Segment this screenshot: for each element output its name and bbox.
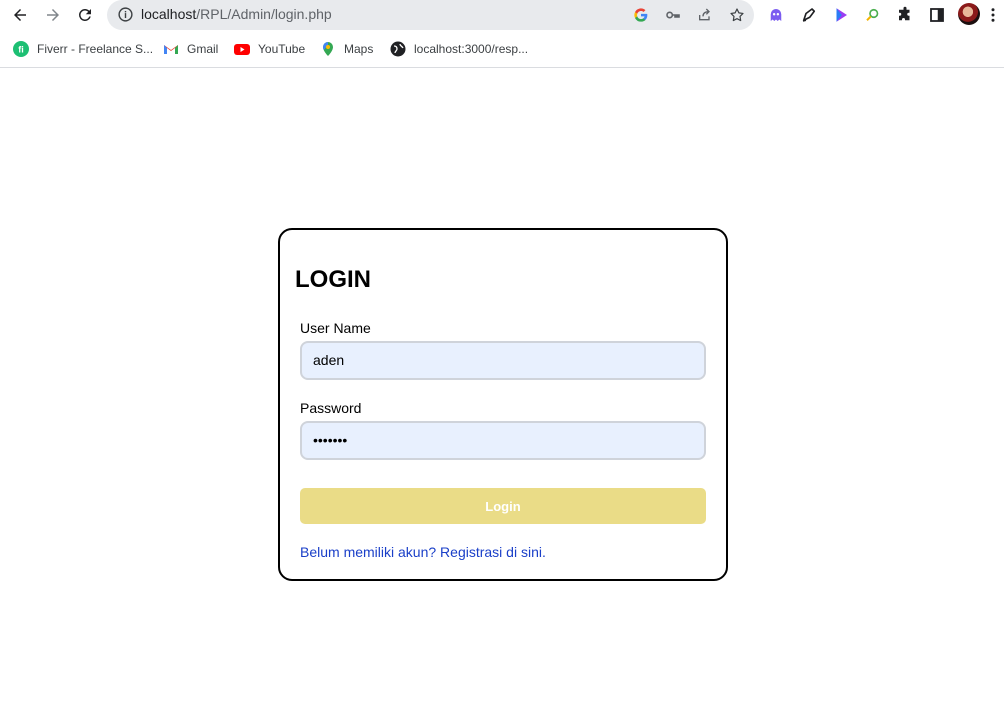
username-input[interactable]: aden xyxy=(300,341,706,380)
bookmark-label: Maps xyxy=(344,42,374,56)
bookmark-maps[interactable]: Maps xyxy=(320,39,373,59)
register-link[interactable]: Belum memiliki akun? Registrasi di sini. xyxy=(300,544,546,560)
share-icon xyxy=(699,8,710,21)
url-text[interactable]: localhost/RPL/Admin/login.php xyxy=(141,6,332,23)
pen-extension-icon xyxy=(802,8,816,22)
youtube-icon xyxy=(234,41,250,57)
star-icon xyxy=(730,8,744,22)
menu-button[interactable] xyxy=(984,4,1002,26)
profile-avatar[interactable] xyxy=(958,3,980,25)
bookmark-youtube[interactable]: YouTube xyxy=(234,39,305,59)
share-button[interactable] xyxy=(695,5,715,25)
extensions-button[interactable] xyxy=(894,4,916,26)
passwords-button[interactable] xyxy=(663,5,683,25)
reload-button[interactable] xyxy=(73,3,97,27)
extension-1-button[interactable] xyxy=(765,4,787,26)
toolbar-divider xyxy=(0,67,1004,68)
login-title: LOGIN xyxy=(295,266,371,293)
play-extension-icon xyxy=(836,8,847,22)
back-button[interactable] xyxy=(8,3,32,27)
key-icon xyxy=(666,11,680,19)
side-panel-icon xyxy=(930,8,944,22)
arrow-left-icon xyxy=(14,9,26,21)
info-icon[interactable] xyxy=(117,6,134,23)
fiverr-icon: fi xyxy=(13,41,29,57)
password-input[interactable]: ••••••• xyxy=(300,421,706,460)
browser-toolbar: localhost/RPL/Admin/login.php xyxy=(0,0,1004,30)
extension-4-button[interactable] xyxy=(862,4,884,26)
url-host: localhost xyxy=(141,6,197,22)
url-path: /RPL/Admin/login.php xyxy=(196,6,332,22)
bookmark-label: Gmail xyxy=(187,42,219,56)
maps-icon xyxy=(320,41,336,57)
bookmark-label: YouTube xyxy=(258,42,306,56)
google-lens-button[interactable] xyxy=(631,5,651,25)
reload-icon xyxy=(78,8,91,21)
bookmark-label: localhost:3000/resp... xyxy=(414,42,529,56)
address-bar[interactable]: localhost/RPL/Admin/login.php xyxy=(107,0,754,30)
bookmark-fiverr[interactable]: fi Fiverr - Freelance S... xyxy=(13,39,153,59)
ghost-extension-icon xyxy=(770,9,782,21)
search-extension-icon xyxy=(866,8,879,21)
login-button[interactable]: Login xyxy=(300,488,706,524)
username-label: User Name xyxy=(300,320,371,336)
globe-icon xyxy=(390,41,406,57)
extension-3-button[interactable] xyxy=(830,4,852,26)
gmail-icon xyxy=(163,41,179,57)
bookmark-label: Fiverr - Freelance S... xyxy=(37,42,154,56)
login-card: LOGIN User Name aden Password ••••••• Lo… xyxy=(278,228,728,581)
bookmark-star-button[interactable] xyxy=(727,5,747,25)
password-label: Password xyxy=(300,400,362,416)
more-vertical-icon xyxy=(991,8,995,22)
side-panel-button[interactable] xyxy=(926,4,948,26)
svg-text:fi: fi xyxy=(18,45,24,55)
forward-button[interactable] xyxy=(41,3,65,27)
bookmark-gmail[interactable]: Gmail xyxy=(163,39,218,59)
puzzle-icon xyxy=(899,6,910,21)
bookmarks-bar: fi Fiverr - Freelance S... Gmail YouTube… xyxy=(0,36,1004,62)
google-icon xyxy=(634,8,648,22)
extension-2-button[interactable] xyxy=(798,4,820,26)
arrow-right-icon xyxy=(47,9,59,21)
bookmark-localhost[interactable]: localhost:3000/resp... xyxy=(390,39,528,59)
